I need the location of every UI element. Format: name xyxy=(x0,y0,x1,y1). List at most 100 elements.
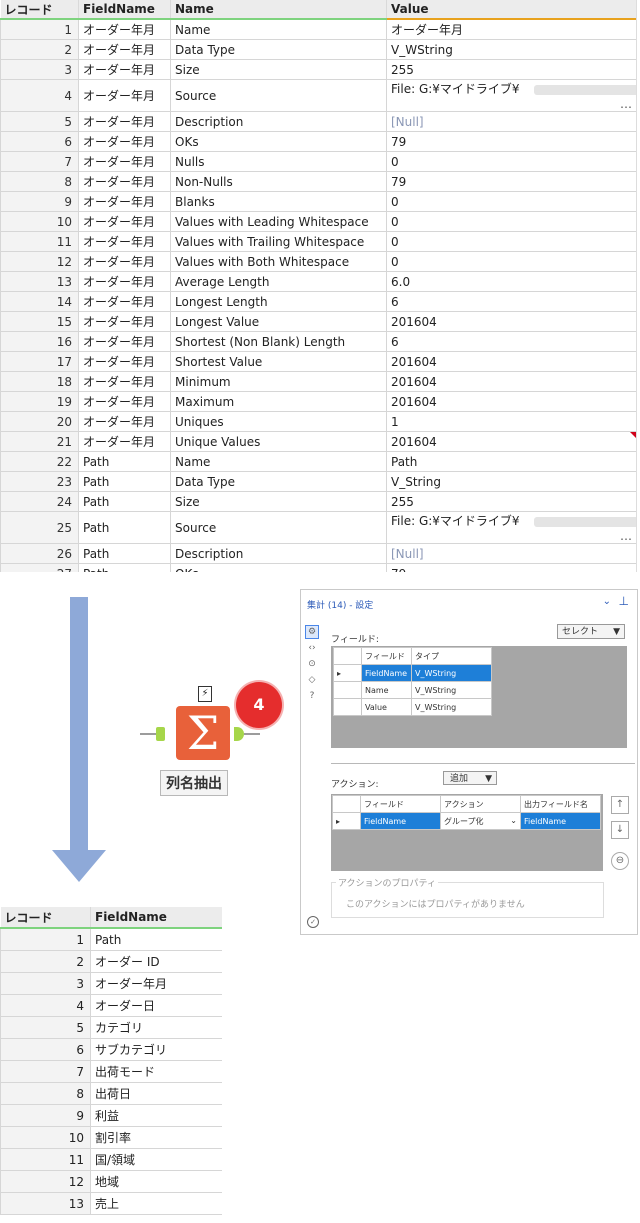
value-cell[interactable]: 0 xyxy=(386,191,636,212)
fieldname-cell[interactable]: オーダー年月 xyxy=(78,231,171,252)
fieldname-cell[interactable]: オーダー年月 xyxy=(78,291,171,312)
fields-grid-name[interactable]: Value xyxy=(361,698,412,716)
code-icon[interactable]: ‹› xyxy=(306,642,318,654)
col-header-record[interactable]: レコード xyxy=(0,907,91,929)
value-cell[interactable]: Path xyxy=(386,451,636,472)
value-cell[interactable]: 6 xyxy=(386,331,636,352)
fields-grid-row[interactable]: Value V_WString xyxy=(333,698,492,716)
table-row[interactable]: 21 オーダー年月 Unique Values 201604 xyxy=(0,431,636,452)
value-cell[interactable]: 201604 xyxy=(386,311,636,332)
fieldname-cell[interactable]: Path xyxy=(78,491,171,512)
fieldname-cell[interactable]: Path xyxy=(78,451,171,472)
fieldname-cell[interactable]: Path xyxy=(78,563,171,572)
fieldname-cell[interactable]: 国/領域 xyxy=(90,1148,222,1171)
value-cell[interactable]: 201604 xyxy=(386,391,636,412)
value-cell[interactable]: 201604 xyxy=(386,351,636,372)
tag-icon[interactable]: ◇ xyxy=(306,674,318,686)
name-cell[interactable]: Values with Leading Whitespace xyxy=(170,211,387,232)
select-dropdown[interactable]: セレクト ▼ xyxy=(557,624,625,639)
ellipsis-icon[interactable]: … xyxy=(620,529,632,543)
value-cell[interactable]: [Null] xyxy=(386,111,636,132)
chevron-down-icon[interactable]: ⌄ xyxy=(510,816,517,825)
name-cell[interactable]: Size xyxy=(170,491,387,512)
name-cell[interactable]: Source xyxy=(170,511,387,544)
name-cell[interactable]: Unique Values xyxy=(170,431,387,452)
table-row[interactable]: 7 オーダー年月 Nulls 0 xyxy=(0,151,636,172)
move-down-icon[interactable]: ↓ xyxy=(611,821,629,839)
table-row[interactable]: 15 オーダー年月 Longest Value 201604 xyxy=(0,311,636,332)
value-cell[interactable]: 1 xyxy=(386,411,636,432)
fieldname-cell[interactable]: オーダー年月 xyxy=(78,411,171,432)
name-cell[interactable]: Average Length xyxy=(170,271,387,292)
value-cell[interactable]: [Null] xyxy=(386,543,636,564)
fieldname-cell[interactable]: オーダー年月 xyxy=(78,59,171,80)
col-header-record[interactable]: レコード xyxy=(0,0,79,20)
fieldname-cell[interactable]: サブカテゴリ xyxy=(90,1038,222,1061)
remove-icon[interactable]: ⊖ xyxy=(611,852,629,870)
value-cell[interactable]: V_WString xyxy=(386,39,636,60)
col-header-fieldname[interactable]: FieldName xyxy=(90,907,222,929)
actions-grid-action[interactable]: グループ化 ⌄ xyxy=(440,812,521,830)
table-row[interactable]: 1 オーダー年月 Name オーダー年月 xyxy=(0,18,636,40)
value-cell[interactable]: 79 xyxy=(386,563,636,572)
table-row[interactable]: 9 オーダー年月 Blanks 0 xyxy=(0,191,636,212)
fieldname-cell[interactable]: オーダー年月 xyxy=(78,211,171,232)
fieldname-cell[interactable]: Path xyxy=(90,927,222,951)
fieldname-cell[interactable]: 売上 xyxy=(90,1192,222,1215)
fieldname-cell[interactable]: Path xyxy=(78,543,171,564)
fieldname-cell[interactable]: 出荷日 xyxy=(90,1082,222,1105)
help-icon[interactable]: ? xyxy=(306,690,318,702)
value-cell[interactable]: 255 xyxy=(386,59,636,80)
fields-grid-type[interactable]: V_WString xyxy=(411,664,492,682)
col-header-value[interactable]: Value xyxy=(386,0,636,20)
fields-grid-row[interactable]: ▸ FieldName V_WString xyxy=(333,664,492,682)
chevron-down-icon[interactable]: ⌄ xyxy=(603,596,611,607)
fieldname-cell[interactable]: 出荷モード xyxy=(90,1060,222,1083)
name-cell[interactable]: Shortest (Non Blank) Length xyxy=(170,331,387,352)
pin-icon[interactable]: ⊥ xyxy=(619,594,629,608)
fieldname-cell[interactable]: 地域 xyxy=(90,1170,222,1193)
table-row[interactable]: 23 Path Data Type V_String xyxy=(0,471,636,492)
table-row[interactable]: 18 オーダー年月 Minimum 201604 xyxy=(0,371,636,392)
name-cell[interactable]: Source xyxy=(170,79,387,112)
value-cell[interactable]: 0 xyxy=(386,251,636,272)
table-row[interactable]: 24 Path Size 255 xyxy=(0,491,636,512)
table-row[interactable]: 20 オーダー年月 Uniques 1 xyxy=(0,411,636,432)
fieldname-cell[interactable]: オーダー年月 xyxy=(78,191,171,212)
table-row[interactable]: 9 利益 xyxy=(0,1104,222,1127)
add-dropdown[interactable]: 追加 ▼ xyxy=(443,771,497,785)
name-cell[interactable]: Data Type xyxy=(170,471,387,492)
col-header-fieldname[interactable]: FieldName xyxy=(78,0,171,20)
fieldname-cell[interactable]: オーダー年月 xyxy=(78,371,171,392)
table-row[interactable]: 12 地域 xyxy=(0,1170,222,1193)
table-row[interactable]: 11 国/領域 xyxy=(0,1148,222,1171)
table-row[interactable]: 2 オーダー年月 Data Type V_WString xyxy=(0,39,636,60)
table-row[interactable]: 14 オーダー年月 Longest Length 6 xyxy=(0,291,636,312)
fields-grid-row[interactable]: Name V_WString xyxy=(333,681,492,699)
table-row[interactable]: 11 オーダー年月 Values with Trailing Whitespace 0 xyxy=(0,231,636,252)
table-row[interactable]: 5 カテゴリ xyxy=(0,1016,222,1039)
fieldname-cell[interactable]: オーダー日 xyxy=(90,994,222,1017)
table-row[interactable]: 8 オーダー年月 Non-Nulls 79 xyxy=(0,171,636,192)
col-header-name[interactable]: Name xyxy=(170,0,387,20)
table-row[interactable]: 12 オーダー年月 Values with Both Whitespace 0 xyxy=(0,251,636,272)
table-row[interactable]: 2 オーダー ID xyxy=(0,950,222,973)
name-cell[interactable]: OKs xyxy=(170,563,387,572)
table-row[interactable]: 22 Path Name Path xyxy=(0,451,636,472)
name-cell[interactable]: Name xyxy=(170,451,387,472)
summarize-sigma-icon[interactable]: Σ xyxy=(176,706,230,760)
value-cell[interactable]: オーダー年月 xyxy=(386,18,636,40)
name-cell[interactable]: Nulls xyxy=(170,151,387,172)
table-row[interactable]: 4 オーダー年月 Source File: G:¥マイドライブ¥… xyxy=(0,79,636,112)
fieldname-cell[interactable]: オーダー年月 xyxy=(90,972,222,995)
table-row[interactable]: 4 オーダー日 xyxy=(0,994,222,1017)
fieldname-cell[interactable]: オーダー年月 xyxy=(78,39,171,60)
value-cell[interactable]: 201604 xyxy=(386,431,636,452)
name-cell[interactable]: Shortest Value xyxy=(170,351,387,372)
name-cell[interactable]: Longest Length xyxy=(170,291,387,312)
fieldname-cell[interactable]: オーダー年月 xyxy=(78,111,171,132)
name-cell[interactable]: Longest Value xyxy=(170,311,387,332)
fields-grid-name[interactable]: FieldName xyxy=(361,664,412,682)
check-circle-icon[interactable]: ✓ xyxy=(307,916,319,928)
fields-grid-type[interactable]: V_WString xyxy=(411,698,492,716)
